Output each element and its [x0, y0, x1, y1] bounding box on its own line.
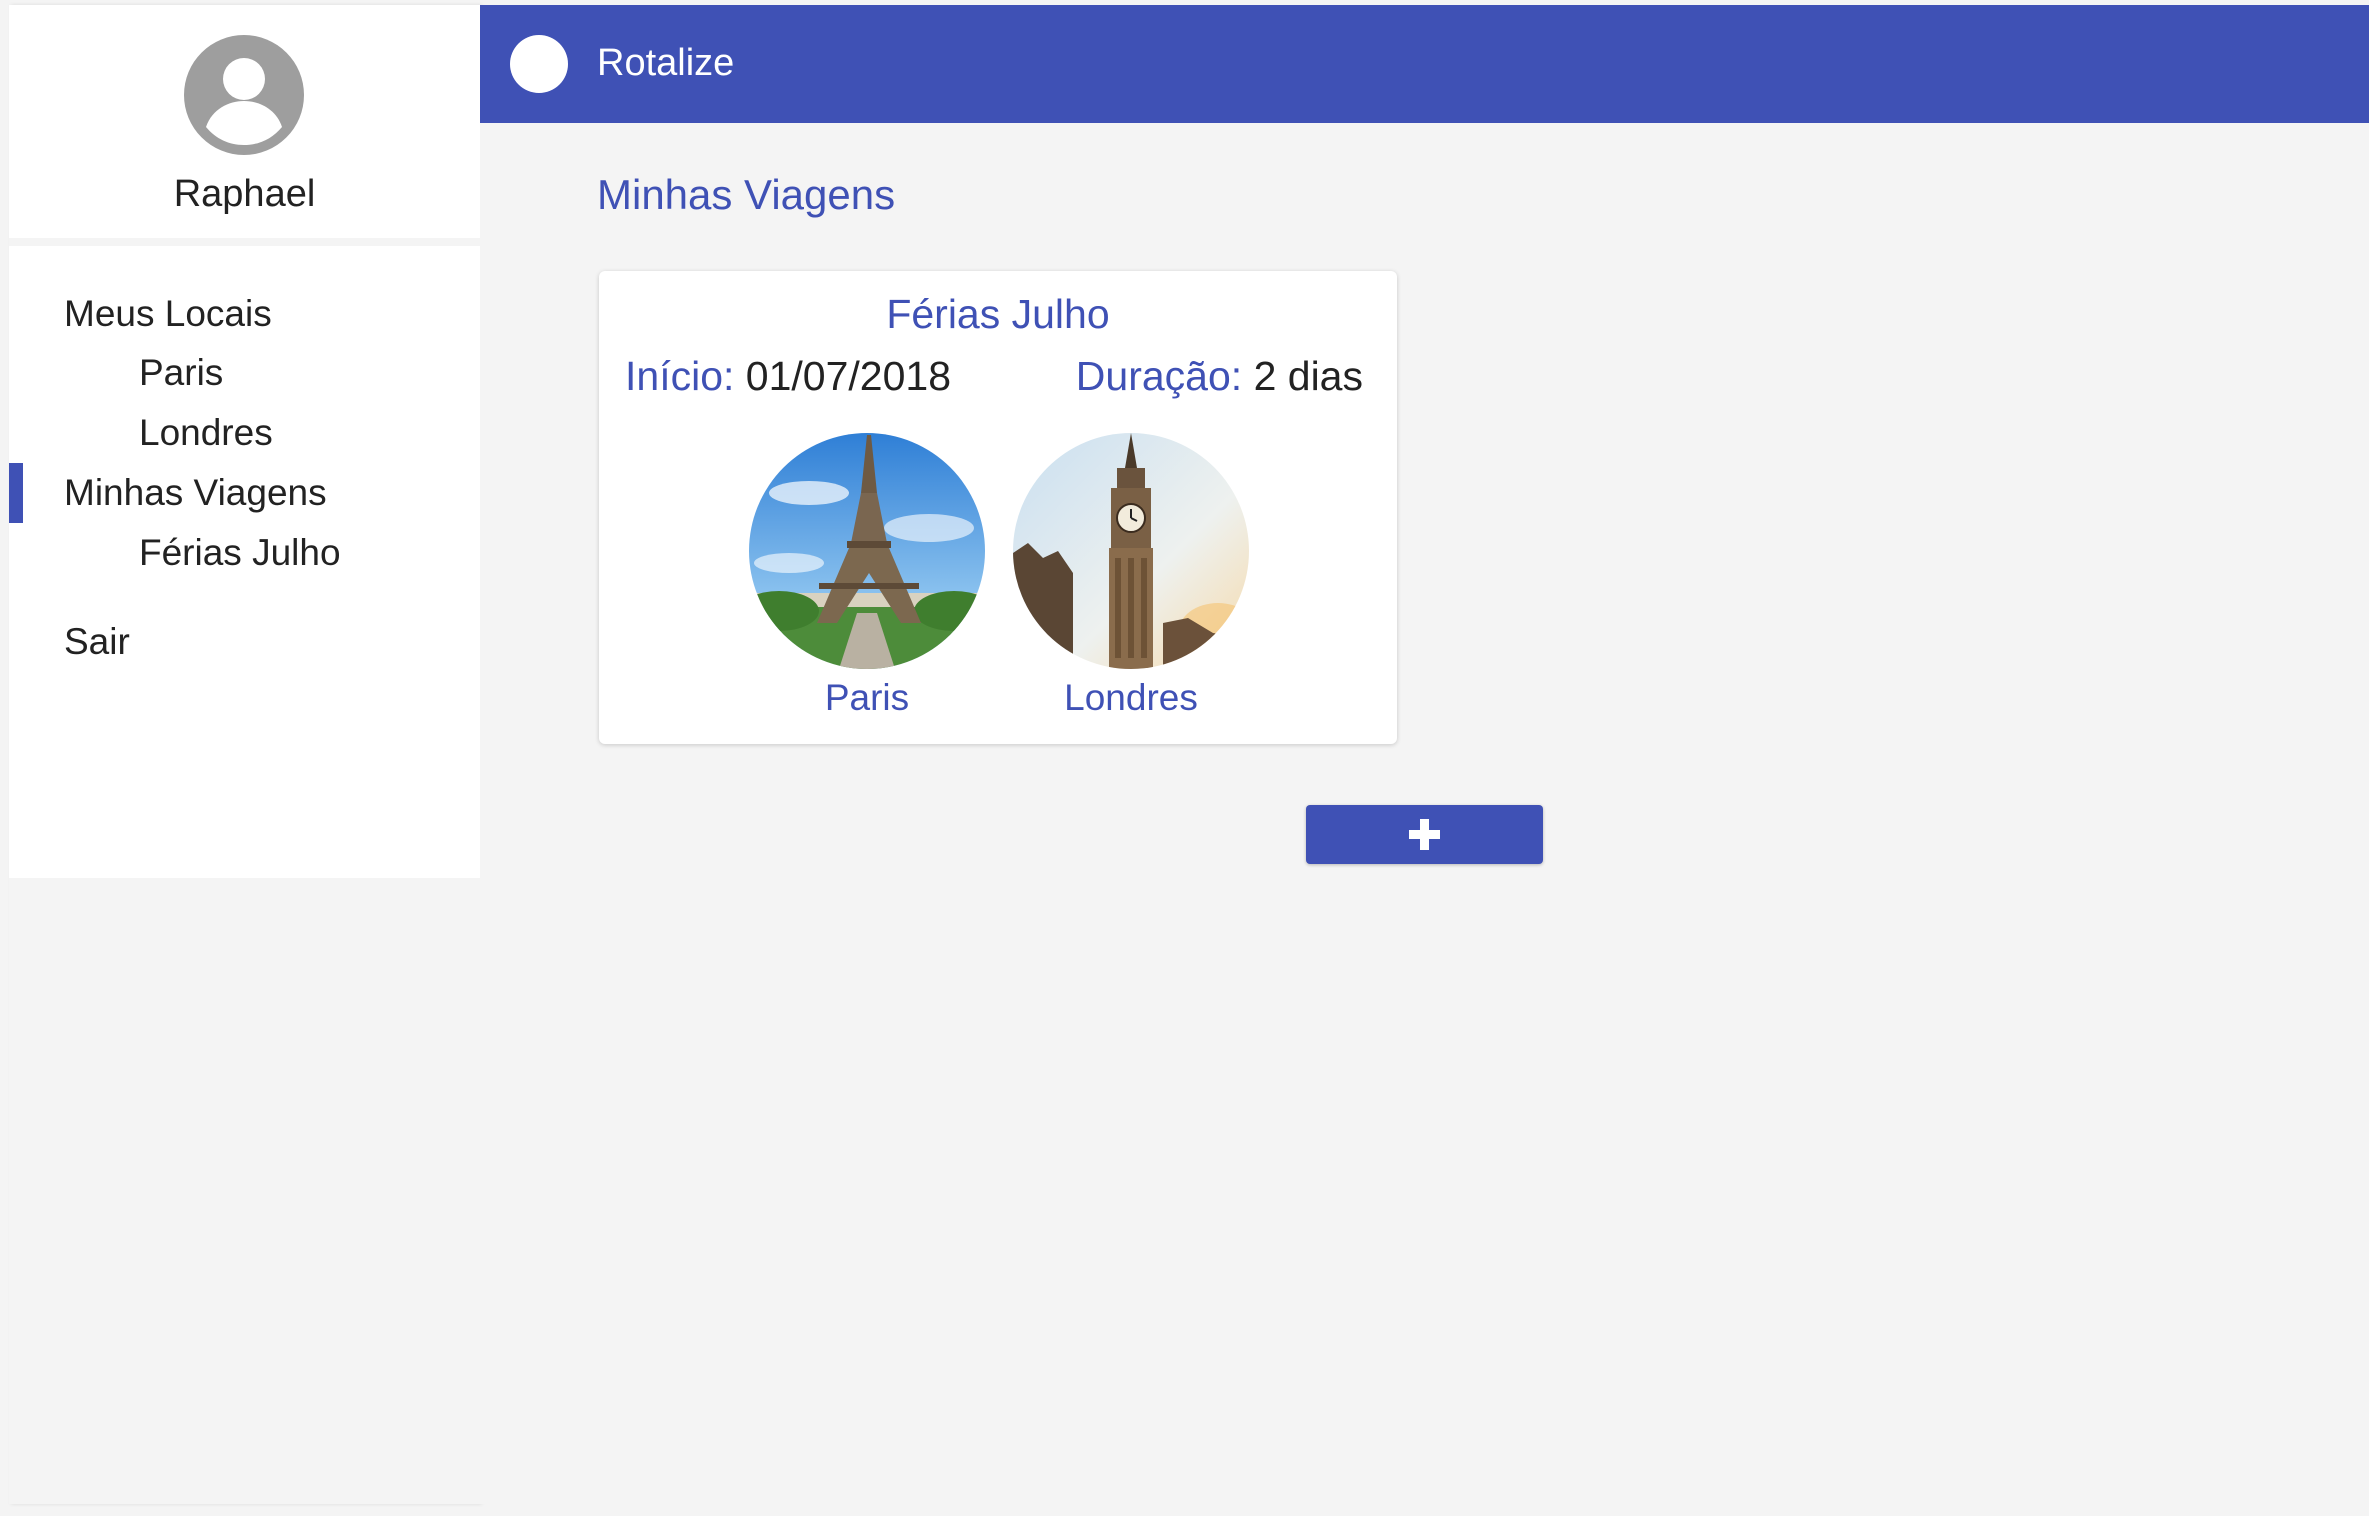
menu-toggle-button[interactable] — [510, 35, 568, 93]
sidebar-item-minhas-viagens[interactable]: Minhas Viagens — [9, 463, 480, 523]
sidebar-item-label: Sair — [64, 621, 130, 662]
place-name: Paris — [824, 677, 910, 718]
trip-start-value: 01/07/2018 — [745, 353, 951, 399]
trip-start-label: Início: — [625, 353, 735, 399]
trip-duration: Duração: 2 dias — [1076, 353, 1363, 400]
big-ben-photo — [1013, 433, 1249, 669]
account-circle-icon[interactable] — [184, 35, 304, 155]
main-content: Minhas Viagens Férias Julho Início: 01/0… — [480, 123, 2369, 1504]
sidebar-item-label: Meus Locais — [64, 293, 272, 334]
trip-card[interactable]: Férias Julho Início: 01/07/2018 Duração:… — [599, 271, 1397, 744]
sidebar-item-label: Minhas Viagens — [64, 472, 327, 513]
add-trip-button[interactable] — [1306, 805, 1543, 864]
sidebar-item-londres[interactable]: Londres — [9, 403, 480, 463]
trip-duration-value: 2 dias — [1253, 353, 1363, 399]
sidebar-item-label: Paris — [139, 352, 224, 393]
trip-duration-label: Duração: — [1075, 353, 1243, 399]
sidebar: Raphael Meus Locais Paris Londres Minhas… — [9, 5, 480, 1504]
profile-name: Raphael — [173, 173, 316, 215]
sidebar-item-meus-locais[interactable]: Meus Locais — [9, 284, 480, 344]
eiffel-tower-photo — [749, 433, 985, 669]
trip-title: Férias Julho — [886, 291, 1110, 337]
trip-start: Início: 01/07/2018 — [625, 353, 951, 400]
sidebar-item-paris[interactable]: Paris — [9, 343, 480, 403]
place-paris[interactable]: Paris — [747, 433, 987, 719]
place-londres[interactable]: Londres — [1011, 433, 1251, 719]
sidebar-item-sair[interactable]: Sair — [9, 612, 480, 672]
sidebar-item-label: Férias Julho — [139, 532, 341, 573]
app-bar: Rotalize — [480, 5, 2369, 123]
plus-icon — [1409, 819, 1440, 850]
sidebar-item-label: Londres — [139, 412, 273, 453]
page-title: Minhas Viagens — [597, 171, 896, 218]
sidebar-menu: Meus Locais Paris Londres Minhas Viagens… — [9, 246, 480, 878]
sidebar-item-ferias-julho[interactable]: Férias Julho — [9, 523, 480, 583]
place-name: Londres — [1064, 677, 1198, 718]
app-frame: Raphael Meus Locais Paris Londres Minhas… — [0, 0, 2369, 1516]
active-indicator — [9, 463, 23, 523]
profile-panel: Raphael — [9, 5, 480, 238]
app-title: Rotalize — [597, 42, 735, 84]
